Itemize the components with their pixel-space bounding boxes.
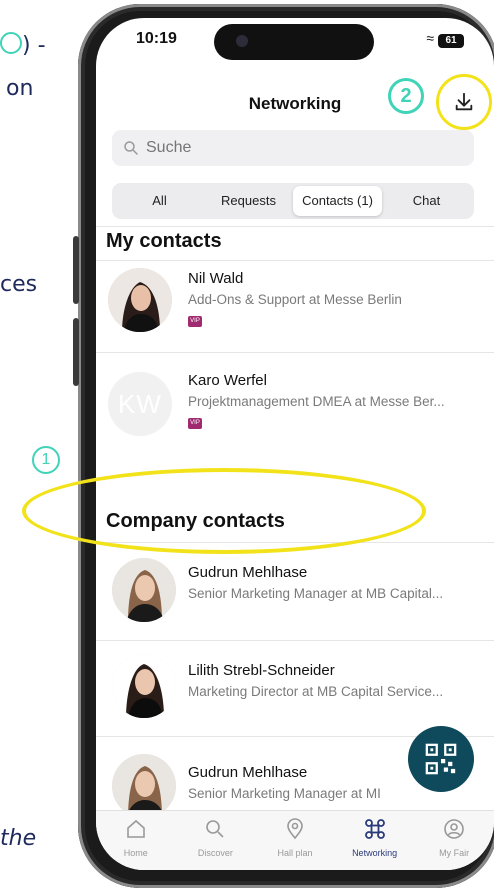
doc-fragment-3: ces (0, 272, 38, 297)
contact-name: Lilith Strebl-Schneider (188, 662, 335, 679)
volume-up-button (73, 236, 79, 304)
divider (96, 226, 494, 227)
nav-label: Home (123, 848, 148, 858)
contact-role: Add-Ons & Support at Messe Berlin (188, 292, 402, 307)
nav-home[interactable]: Home (101, 817, 171, 858)
location-pin-icon (287, 818, 303, 840)
divider (96, 260, 494, 261)
status-time: 10:19 (136, 30, 177, 47)
search-input[interactable] (144, 138, 448, 158)
nav-hall-plan[interactable]: Hall plan (260, 817, 330, 858)
contact-name: Gudrun Mehlhase (188, 564, 308, 581)
contact-role: Projektmanagement DMEA at Messe Ber... (188, 394, 445, 409)
vip-badge: VIP (188, 418, 202, 429)
download-button[interactable] (436, 74, 492, 130)
contact-role: Senior Marketing Manager at MI (188, 786, 381, 801)
search-icon (124, 141, 138, 155)
doc-fragment-1: ) - (0, 32, 46, 58)
divider (96, 352, 494, 353)
annotation-badge-1: 1 (32, 446, 60, 474)
home-icon (126, 819, 145, 838)
qr-code-icon (425, 743, 457, 775)
contact-item[interactable]: KW Karo Werfel Projektmanagement DMEA at… (96, 356, 494, 446)
networking-icon (364, 819, 385, 839)
contact-item[interactable]: Nil Wald Add-Ons & Support at Messe Berl… (96, 264, 494, 354)
battery-icon: 61 (438, 34, 464, 48)
contact-role: Marketing Director at MB Capital Service… (188, 684, 444, 699)
nav-label: Hall plan (277, 848, 313, 858)
my-contacts-heading: My contacts (106, 230, 222, 252)
contact-name: Gudrun Mehlhase (188, 764, 308, 781)
tab-all[interactable]: All (115, 186, 204, 216)
search-icon (206, 820, 224, 838)
download-icon (455, 92, 473, 111)
contact-name: Nil Wald (188, 270, 244, 287)
doc-fragment-2: on (6, 76, 34, 101)
nav-label: Networking (352, 848, 398, 858)
tab-contacts[interactable]: Contacts (1) (293, 186, 382, 216)
page-title: Networking (248, 94, 342, 113)
nav-my-fair[interactable]: My Fair (419, 817, 489, 858)
nav-label: Discover (197, 848, 233, 858)
segmented-tabs: All Requests Contacts (1) Chat (112, 183, 474, 219)
status-bar: 10:19 ≈ 61 (96, 24, 494, 60)
annotation-badge-2: 2 (388, 78, 424, 114)
dynamic-island (214, 24, 374, 60)
highlight-ellipse (22, 468, 426, 554)
contact-role: Senior Marketing Manager at MB Capital..… (188, 586, 444, 601)
nav-label: My Fair (439, 848, 470, 858)
divider (96, 640, 494, 641)
user-circle-icon (444, 819, 464, 839)
vip-badge: VIP (188, 316, 202, 327)
tab-chat[interactable]: Chat (382, 186, 471, 216)
doc-fragment-4: the (0, 826, 37, 851)
contact-item[interactable]: Gudrun Mehlhase Senior Marketing Manager… (96, 550, 494, 640)
search-bar[interactable] (112, 130, 474, 166)
qr-scan-button[interactable] (408, 726, 474, 792)
avatar (112, 654, 176, 718)
teal-circle-icon (0, 32, 22, 54)
status-icons: ≈ 61 (426, 30, 464, 48)
avatar (112, 754, 176, 818)
volume-down-button (73, 318, 79, 386)
tab-requests[interactable]: Requests (204, 186, 293, 216)
contact-name: Karo Werfel (188, 372, 267, 389)
bottom-nav: Home Discover Hall plan Networking My Fa… (96, 810, 494, 870)
avatar-initials: KW (108, 372, 172, 436)
nav-discover[interactable]: Discover (180, 817, 250, 858)
phone-screen: 10:19 ≈ 61 Networking 2 All Requests Con… (96, 18, 494, 870)
contact-item[interactable]: Lilith Strebl-Schneider Marketing Direct… (96, 644, 494, 734)
avatar (112, 558, 176, 622)
avatar (108, 268, 172, 332)
nav-networking[interactable]: Networking (340, 817, 410, 858)
wifi-icon: ≈ (426, 30, 435, 46)
